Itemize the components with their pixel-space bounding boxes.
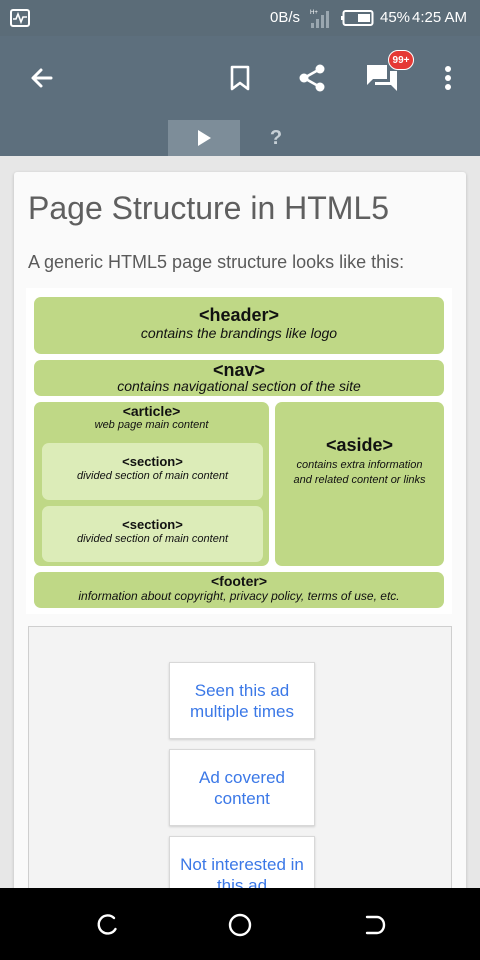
ad-option-seen-multiple[interactable]: Seen this ad multiple times: [169, 662, 315, 739]
header-tag: <header>: [198, 305, 280, 325]
tab-help[interactable]: ?: [240, 120, 312, 156]
tab-bar: ?: [0, 120, 480, 156]
status-bar: 0B/s H+ 45% 4:25 AM: [0, 0, 480, 36]
content-card: Page Structure in HTML5 A generic HTML5 …: [14, 172, 466, 892]
aside-desc-line2: and related content or links: [293, 474, 426, 486]
ad-feedback-panel: Seen this ad multiple times Ad covered c…: [28, 626, 452, 892]
section1-desc: divided section of main content: [76, 470, 229, 482]
nav-desc: contains navigational section of the sit…: [117, 378, 361, 394]
article-desc: web page main content: [94, 419, 209, 431]
share-icon[interactable]: [294, 60, 330, 96]
signal-icon: H+: [310, 7, 334, 34]
footer-tag: <footer>: [210, 573, 267, 589]
more-vert-icon[interactable]: [430, 60, 466, 96]
ad-option-not-interested[interactable]: Not interested in this ad: [169, 836, 315, 892]
diagram-footer-block: <footer> information about copyright, pr…: [34, 572, 444, 608]
article-tag: <article>: [122, 403, 181, 419]
help-label: ?: [269, 126, 283, 149]
app-toolbar: 99+: [0, 36, 480, 120]
clock: 4:25 AM: [412, 9, 468, 26]
nav-tag: <nav>: [212, 360, 266, 380]
activity-monitor-icon: [10, 9, 30, 27]
system-nav-bar: [0, 888, 480, 960]
tab-play[interactable]: [168, 120, 240, 156]
recents-icon[interactable]: [94, 912, 120, 938]
battery-percent: 45%: [380, 9, 411, 26]
comment-count-badge: 99+: [388, 50, 414, 70]
diagram-article-block: <article> web page main content <section…: [34, 402, 269, 566]
back-icon[interactable]: [361, 912, 387, 938]
ad-option-covered-content[interactable]: Ad covered content: [169, 749, 315, 826]
section1-tag: <section>: [122, 454, 183, 469]
header-desc: contains the brandings like logo: [140, 325, 338, 341]
play-icon: [198, 130, 211, 146]
diagram-section-block-2: <section> divided section of main conten…: [42, 506, 263, 562]
svg-text:H+: H+: [310, 10, 318, 16]
home-icon[interactable]: [227, 912, 253, 938]
footer-desc: information about copyright, privacy pol…: [78, 589, 400, 603]
bookmark-icon[interactable]: [222, 60, 258, 96]
diagram-header-block: <header> contains the brandings like log…: [34, 297, 444, 354]
diagram-section-block-1: <section> divided section of main conten…: [42, 443, 263, 500]
html5-structure-diagram: <header> contains the brandings like log…: [26, 288, 452, 614]
net-speed: 0B/s: [270, 9, 301, 26]
page-title: Page Structure in HTML5: [28, 190, 390, 226]
back-arrow-icon[interactable]: [24, 60, 60, 96]
intro-text: A generic HTML5 page structure looks lik…: [28, 252, 405, 272]
diagram-aside-block: <aside> contains extra information and r…: [275, 402, 444, 566]
aside-desc-line1: contains extra information: [296, 459, 423, 471]
diagram-nav-block: <nav> contains navigational section of t…: [34, 360, 444, 396]
section2-desc: divided section of main content: [76, 533, 229, 545]
aside-tag: <aside>: [325, 435, 394, 455]
section2-tag: <section>: [122, 517, 183, 532]
battery-icon: [340, 10, 374, 26]
